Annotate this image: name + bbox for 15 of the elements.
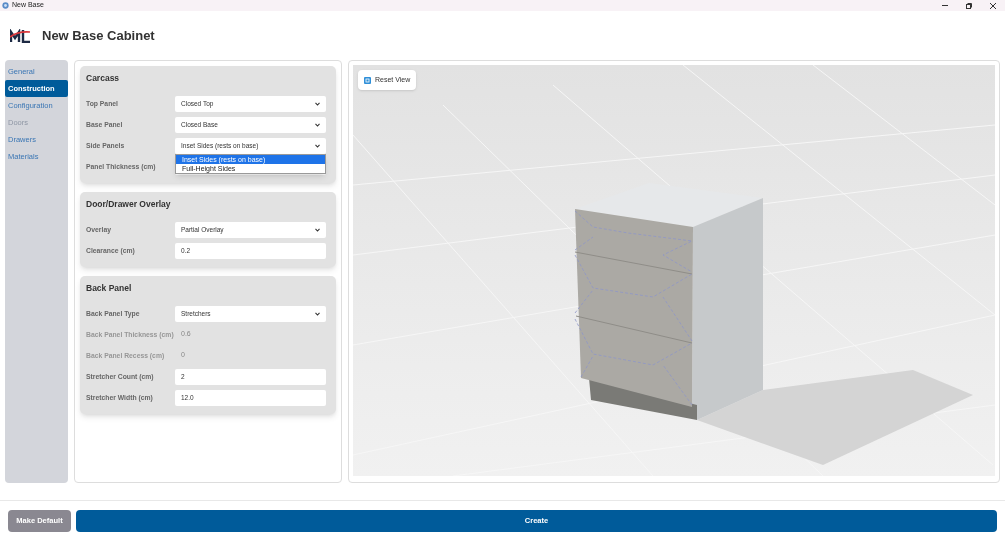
chevron-down-icon: [315, 311, 320, 316]
chevron-down-icon: [315, 101, 320, 106]
section-title: Carcass: [86, 71, 121, 85]
section-title: Back Panel: [86, 281, 133, 295]
chevron-down-icon: [315, 143, 320, 148]
minimize-icon: [942, 5, 948, 6]
chevron-down-icon: [315, 122, 320, 127]
restore-icon: [966, 2, 972, 9]
chevron-down-icon: [315, 227, 320, 232]
logo-icon: [10, 28, 31, 43]
close-icon: [990, 2, 996, 9]
page-title: New Base Cabinet: [42, 26, 155, 45]
section-title: Door/Drawer Overlay: [86, 197, 172, 211]
reset-view-icon: [364, 76, 371, 84]
app-icon: [2, 2, 9, 9]
